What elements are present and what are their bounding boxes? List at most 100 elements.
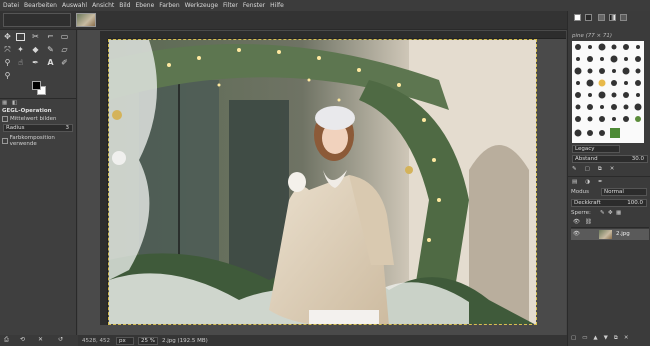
move-tool-icon[interactable]: ✥ [2, 31, 13, 42]
opacity-slider[interactable]: Deckkraft 100.0 [571, 199, 647, 207]
new-layer-icon[interactable]: ▢ [571, 335, 576, 344]
bucket-fill-icon[interactable]: ◆ [30, 44, 41, 55]
restore-options-icon[interactable]: ⟲ [20, 336, 25, 343]
lasso-tool-icon[interactable]: ✂ [30, 31, 41, 42]
reset-options-icon[interactable]: ↺ [58, 336, 63, 343]
color-picker-icon[interactable]: ✐ [59, 57, 70, 68]
mode-dropdown[interactable]: Normal [601, 188, 647, 196]
path-tool-icon[interactable]: ✒ [30, 57, 41, 68]
radius-dropdown-number: 3 [65, 125, 70, 131]
chain-header-icon: ⛓ [585, 219, 592, 225]
layer-row[interactable]: 👁 2.jpg [571, 229, 649, 240]
lock-alpha-icon[interactable]: ▦ [616, 210, 621, 216]
spacing-value: 30.0 [631, 156, 644, 162]
duplicate-layer-icon[interactable]: ⧉ [614, 335, 618, 344]
smudge-tool-icon[interactable]: ☝ [15, 57, 26, 68]
zoom-selector[interactable]: 25 % [138, 336, 158, 345]
menu-filters[interactable]: Filter [223, 2, 238, 9]
fg-swatch-mini[interactable] [574, 14, 581, 21]
image-tab-empty[interactable] [3, 13, 71, 27]
tool-options-icon[interactable]: ▦ [2, 100, 7, 106]
horizontal-ruler[interactable] [108, 31, 566, 39]
divider [0, 98, 77, 99]
raise-layer-icon[interactable]: ▲ [593, 335, 597, 344]
average-checkbox[interactable] [2, 116, 8, 122]
gradient-swatch-mini[interactable] [609, 14, 616, 21]
lock-pixels-icon[interactable]: ✎ [600, 210, 605, 216]
tool-options-footer: ⎙ ⟲ ✕ ↺ [0, 335, 78, 346]
delete-options-icon[interactable]: ✕ [38, 336, 43, 343]
menu-colors[interactable]: Farben [159, 2, 179, 9]
crop-tool-icon[interactable]: ⌐ [45, 31, 56, 42]
paintbrush-tool-icon[interactable]: ✎ [45, 44, 56, 55]
menu-view[interactable]: Ansicht [92, 2, 114, 9]
rect-select-tool-icon[interactable] [15, 31, 26, 42]
new-group-icon[interactable]: ▭ [582, 335, 587, 344]
brush-grid[interactable] [572, 41, 644, 143]
layers-tab-icon[interactable]: ▤ [572, 179, 577, 185]
right-dock: pine (77 × 71) Legacy Abstand 30.0 ✎ ▢ ⧉ [567, 11, 650, 346]
menu-file[interactable]: Datei [3, 2, 19, 9]
opacity-label: Deckkraft [574, 200, 601, 206]
spacing-slider[interactable]: Abstand 30.0 [572, 155, 648, 163]
menu-help[interactable]: Hilfe [270, 2, 284, 9]
text-tool-icon[interactable]: A [45, 57, 56, 68]
menu-edit[interactable]: Bearbeiten [24, 2, 57, 9]
opacity-value: 100.0 [627, 200, 643, 206]
spacing-label: Abstand [575, 156, 598, 162]
average-checkbox-label: Mittelwert bilden [10, 116, 57, 122]
image-canvas[interactable] [108, 39, 537, 325]
crop-frame-tool-icon[interactable]: ▭ [59, 31, 70, 42]
radius-dropdown[interactable]: Radius 3 [3, 124, 73, 132]
edit-brush-icon[interactable]: ✎ [572, 166, 577, 174]
menu-tools[interactable]: Werkzeuge [185, 2, 218, 9]
image-tab-active[interactable] [76, 13, 96, 27]
vertical-ruler[interactable] [100, 39, 108, 325]
brush-preset-dropdown[interactable]: Legacy [572, 145, 620, 153]
toolbox: ✥ ✂ ⌐ ▭ ⤧ ✦ ◆ ✎ ▱ ⚲ ☝ ✒ A ✐ ⚲ ▦ ◧ GEGL-O… [0, 30, 77, 335]
warp-tool-icon[interactable]: ✦ [15, 44, 26, 55]
save-options-icon[interactable]: ⎙ [4, 336, 9, 344]
layer-list-header: 👁 ⛓ [571, 218, 649, 228]
lock-position-icon[interactable]: ✥ [608, 210, 613, 216]
mode-label: Modus [571, 189, 589, 195]
photo-illustration [109, 40, 536, 324]
device-status-icon[interactable]: ◧ [12, 100, 17, 106]
duplicate-brush-icon[interactable]: ⧉ [598, 166, 602, 174]
channels-tab-icon[interactable]: ◑ [585, 179, 590, 185]
composition-checkbox-row[interactable]: Farbkomposition verwende [2, 135, 76, 147]
lock-label: Sperre: [571, 210, 591, 216]
ruler-corner[interactable] [100, 31, 108, 39]
pattern-swatch-mini[interactable] [598, 14, 605, 21]
unit-selector[interactable]: px [116, 336, 134, 345]
dock-tabs: ▤ ◑ ✒ [572, 179, 603, 185]
pointer-coordinates: 4528, 452 [82, 337, 110, 344]
menu-select[interactable]: Auswahl [62, 2, 87, 9]
status-bar: 4528, 452 px 25 % 2.jpg (192.5 MB) [78, 335, 567, 346]
tool-options-tabs: ▦ ◧ [0, 100, 77, 107]
layer-name[interactable]: 2.jpg [616, 231, 630, 237]
menu-layer[interactable]: Ebene [136, 2, 155, 9]
brush-actions: ✎ ▢ ⧉ ✕ [572, 166, 648, 174]
foreground-color-swatch-top [32, 81, 41, 90]
zoom-tool-icon[interactable]: ⚲ [2, 70, 13, 81]
layer-thumbnail [599, 230, 612, 239]
paths-tab-icon[interactable]: ✒ [598, 179, 603, 185]
composition-checkbox[interactable] [2, 138, 8, 144]
transform-tool-icon[interactable]: ⤧ [2, 44, 13, 55]
average-checkbox-row[interactable]: Mittelwert bilden [2, 116, 56, 122]
delete-brush-icon[interactable]: ✕ [610, 166, 615, 174]
lower-layer-icon[interactable]: ▼ [604, 335, 608, 344]
divider [568, 176, 650, 177]
new-brush-icon[interactable]: ▢ [585, 166, 590, 174]
eraser-tool-icon[interactable]: ▱ [59, 44, 70, 55]
menu-image[interactable]: Bild [119, 2, 130, 9]
menu-windows[interactable]: Fenster [243, 2, 265, 9]
layer-actions: ▢ ▭ ▲ ▼ ⧉ ✕ [571, 335, 649, 344]
layer-visibility-icon[interactable]: 👁 [573, 231, 580, 237]
font-swatch-mini[interactable] [620, 14, 627, 21]
bg-swatch-mini[interactable] [585, 14, 592, 21]
delete-layer-icon[interactable]: ✕ [624, 335, 629, 344]
clone-tool-icon[interactable]: ⚲ [2, 57, 13, 68]
file-info: 2.jpg (192.5 MB) [162, 337, 208, 344]
